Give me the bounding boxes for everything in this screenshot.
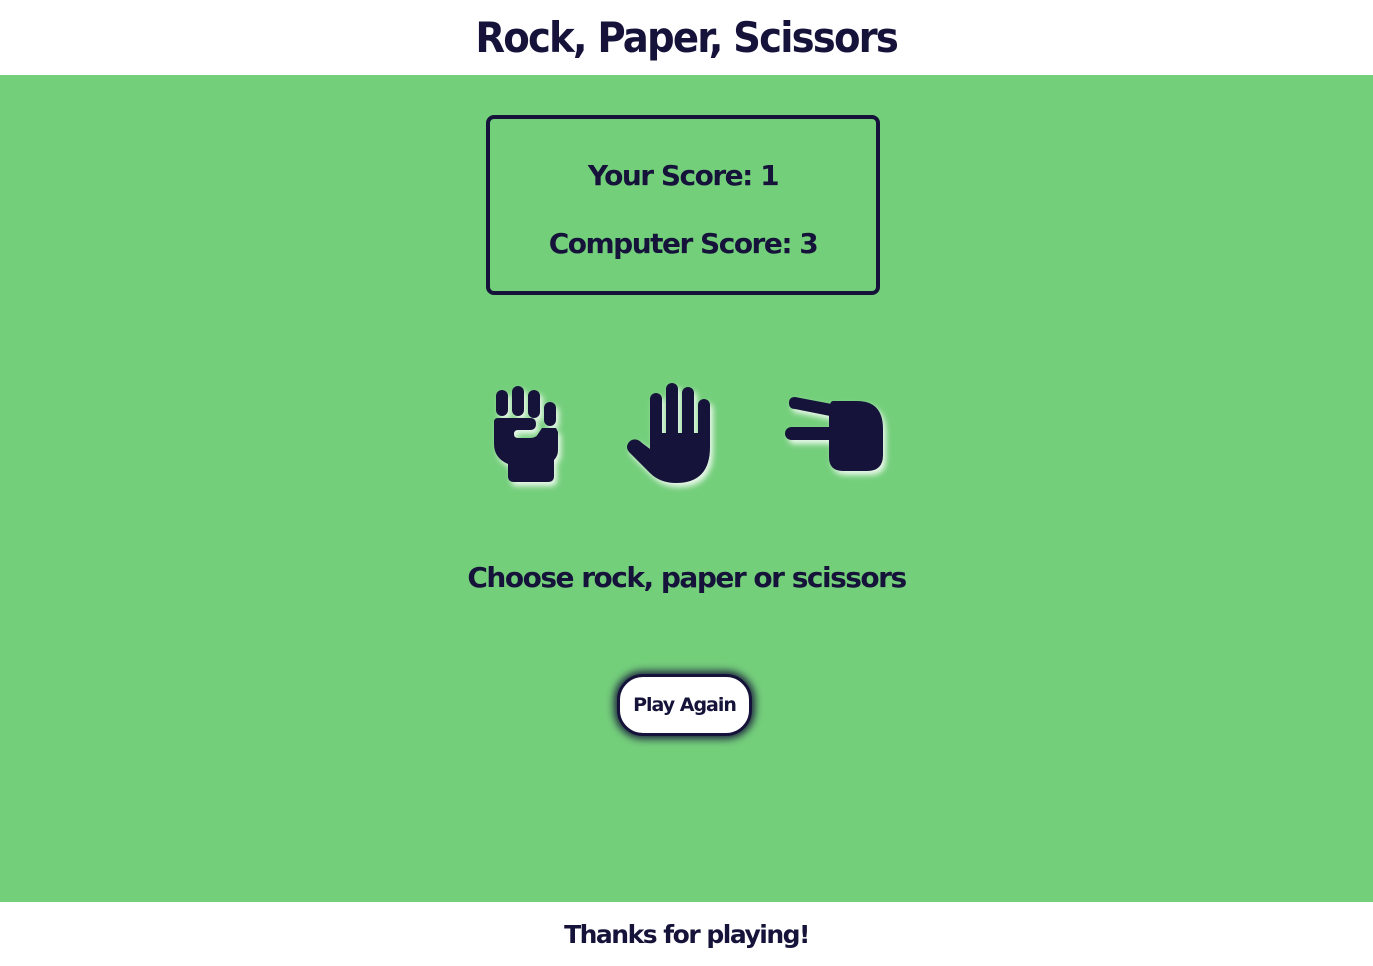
play-again-button[interactable]: Play Again bbox=[617, 674, 752, 736]
page-footer: Thanks for playing! bbox=[0, 902, 1373, 966]
scoreboard: Your Score: 1 Computer Score: 3 bbox=[486, 115, 880, 295]
scissors-button[interactable] bbox=[782, 377, 888, 489]
fist-icon bbox=[494, 386, 558, 482]
footer-text: Thanks for playing! bbox=[564, 919, 810, 949]
page-title: Rock, Paper, Scissors bbox=[475, 13, 900, 62]
status-message: Choose rock, paper or scissors bbox=[467, 561, 907, 594]
hand-icon bbox=[627, 383, 710, 483]
hand-scissors-icon bbox=[785, 397, 883, 471]
computer-score: Computer Score: 3 bbox=[548, 227, 819, 260]
game-area: Your Score: 1 Computer Score: 3 Choose r… bbox=[0, 75, 1373, 902]
paper-button[interactable] bbox=[620, 377, 724, 489]
player-score: Your Score: 1 bbox=[587, 159, 780, 192]
rock-button[interactable] bbox=[484, 377, 572, 489]
page-header: Rock, Paper, Scissors bbox=[0, 0, 1373, 75]
